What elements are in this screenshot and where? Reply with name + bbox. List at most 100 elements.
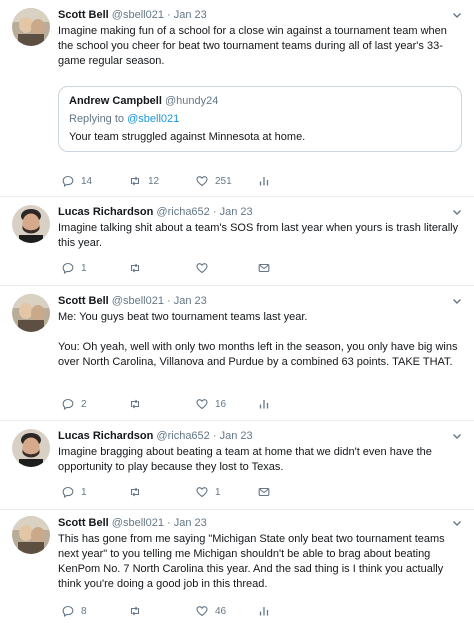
- tweet-paragraph: Me: You guys beat two tournament teams l…: [58, 311, 308, 323]
- avatar[interactable]: [12, 8, 50, 46]
- tweet-paragraph: Imagine bragging about beating a team at…: [58, 446, 432, 473]
- like-icon: [196, 263, 208, 274]
- retweet-button[interactable]: [129, 485, 148, 499]
- retweet-icon: [130, 606, 140, 616]
- tweet[interactable]: Scott Bell @sbell021 · Jan 23 Imagine ma…: [0, 0, 474, 197]
- like-button[interactable]: 251: [196, 174, 232, 188]
- author-handle[interactable]: @richa652: [156, 430, 209, 442]
- author-handle[interactable]: @richa652: [156, 206, 209, 218]
- tweet-actions: 8 46: [62, 604, 442, 618]
- like-count: 16: [215, 398, 227, 410]
- avatar-image: [12, 205, 50, 243]
- reply-button[interactable]: 14: [62, 174, 92, 188]
- tweet-date[interactable]: Jan 23: [174, 517, 207, 529]
- reply-button[interactable]: 2: [62, 397, 87, 411]
- reply-button[interactable]: 1: [62, 261, 87, 275]
- tweet-header: Scott Bell @sbell021 · Jan 23: [58, 516, 462, 531]
- tweet-date[interactable]: Jan 23: [174, 295, 207, 307]
- analytics-icon: [259, 177, 269, 186]
- avatar[interactable]: [12, 205, 50, 243]
- separator: ·: [212, 206, 217, 218]
- author-name[interactable]: Scott Bell: [58, 9, 109, 21]
- chevron-down-icon[interactable]: [452, 207, 462, 217]
- quoted-author-name: Andrew Campbell: [69, 95, 162, 107]
- like-count: 1: [215, 486, 221, 498]
- analytics-button[interactable]: [258, 174, 270, 188]
- message-icon: [258, 263, 270, 273]
- tweet-date[interactable]: Jan 23: [220, 206, 253, 218]
- avatar-image: [12, 8, 50, 46]
- author-handle[interactable]: @sbell021: [112, 295, 164, 307]
- tweet[interactable]: Lucas Richardson @richa652 · Jan 23 Imag…: [0, 197, 474, 286]
- separator: ·: [167, 295, 171, 307]
- avatar[interactable]: [12, 429, 50, 467]
- analytics-button[interactable]: [258, 397, 270, 411]
- retweet-button[interactable]: [129, 397, 148, 411]
- analytics-icon: [259, 400, 269, 409]
- avatar[interactable]: [12, 516, 50, 554]
- replying-to-handle[interactable]: @sbell021: [127, 113, 179, 125]
- like-icon: [196, 606, 208, 617]
- separator: ·: [212, 430, 217, 442]
- tweet-text: Imagine bragging about beating a team at…: [58, 445, 462, 475]
- like-button[interactable]: [196, 261, 215, 275]
- author-handle[interactable]: @sbell021: [112, 9, 164, 21]
- like-button[interactable]: 46: [196, 604, 226, 618]
- reply-count: 8: [81, 605, 87, 617]
- tweet[interactable]: Scott Bell @sbell021 · Jan 23 This has g…: [0, 510, 474, 628]
- replying-to-label: Replying to: [69, 113, 128, 125]
- author-name[interactable]: Scott Bell: [58, 517, 109, 529]
- avatar-image: [12, 294, 50, 332]
- reply-icon: [62, 486, 74, 498]
- tweet-paragraph: Imagine talking shit about a team's SOS …: [58, 222, 459, 249]
- chevron-down-icon[interactable]: [452, 296, 462, 306]
- like-button[interactable]: 16: [196, 397, 226, 411]
- chevron-down-icon[interactable]: [452, 431, 462, 441]
- retweet-icon: [130, 487, 140, 497]
- author-name[interactable]: Lucas Richardson: [58, 206, 153, 218]
- analytics-button[interactable]: [258, 604, 270, 618]
- retweet-icon: [130, 176, 140, 186]
- retweet-button[interactable]: [129, 261, 148, 275]
- message-icon: [258, 487, 270, 497]
- tweet-date[interactable]: Jan 23: [174, 9, 207, 21]
- separator: ·: [167, 9, 171, 21]
- retweet-button[interactable]: [129, 604, 148, 618]
- separator: ·: [167, 517, 171, 529]
- tweet-header: Lucas Richardson @richa652 · Jan 23: [58, 205, 462, 220]
- reply-button[interactable]: 8: [62, 604, 87, 618]
- avatar-image: [12, 429, 50, 467]
- message-button[interactable]: [258, 485, 270, 499]
- like-icon: [196, 487, 208, 498]
- like-button[interactable]: 1: [196, 485, 221, 499]
- reply-count: 2: [81, 398, 87, 410]
- reply-count: 1: [81, 486, 87, 498]
- tweet-text: This has gone from me saying "Michigan S…: [58, 532, 462, 592]
- tweet-date[interactable]: Jan 23: [220, 430, 253, 442]
- replying-to: Replying to @sbell021: [69, 113, 451, 125]
- quoted-tweet[interactable]: Andrew Campbell @hundy24 Replying to @sb…: [58, 86, 462, 152]
- tweet-header: Scott Bell @sbell021 · Jan 23: [58, 8, 462, 23]
- message-button[interactable]: [258, 261, 270, 275]
- retweet-button[interactable]: 12: [129, 174, 159, 188]
- tweet-text: Imagine talking shit about a team's SOS …: [58, 221, 462, 251]
- quoted-text: Your team struggled against Minnesota at…: [69, 131, 306, 143]
- reply-icon: [62, 605, 74, 617]
- author-name[interactable]: Lucas Richardson: [58, 430, 153, 442]
- like-count: 46: [215, 605, 227, 617]
- author-handle[interactable]: @sbell021: [112, 517, 164, 529]
- tweet-actions: 2 16: [62, 397, 442, 411]
- author-name[interactable]: Scott Bell: [58, 295, 109, 307]
- avatar[interactable]: [12, 294, 50, 332]
- tweet[interactable]: Scott Bell @sbell021 · Jan 23 Me: You gu…: [0, 286, 474, 421]
- chevron-down-icon[interactable]: [452, 518, 462, 528]
- reply-button[interactable]: 1: [62, 485, 87, 499]
- tweet-text: Me: You guys beat two tournament teams l…: [58, 310, 462, 370]
- tweet-header: Lucas Richardson @richa652 · Jan 23: [58, 429, 462, 444]
- tweet-paragraph: Imagine making fun of a school for a clo…: [58, 25, 447, 67]
- chevron-down-icon[interactable]: [452, 10, 462, 20]
- tweet[interactable]: Lucas Richardson @richa652 · Jan 23 Imag…: [0, 421, 474, 510]
- tweet-actions: 1: [62, 261, 442, 275]
- like-icon: [196, 399, 208, 410]
- avatar-image: [12, 516, 50, 554]
